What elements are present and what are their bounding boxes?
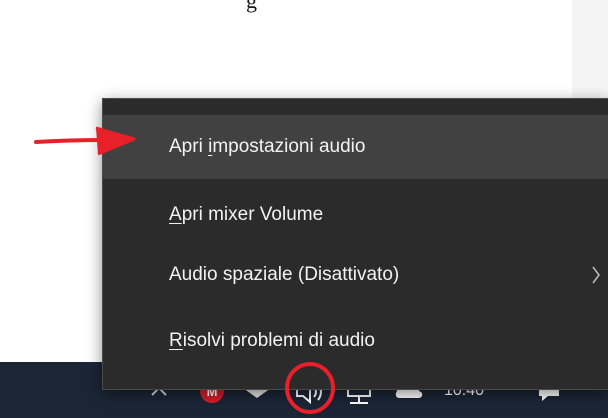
menu-item-label: Risolvi problemi di audio bbox=[169, 330, 375, 351]
menu-item-spatial-audio[interactable]: Audio spaziale (Disattivato) bbox=[103, 243, 608, 307]
menu-item-label: Apri mixer Volume bbox=[169, 204, 324, 225]
menu-item-open-audio-settings[interactable]: Apri impostazioni audio bbox=[103, 115, 608, 179]
menu-item-open-volume-mixer[interactable]: Apri mixer Volume bbox=[103, 183, 608, 247]
menu-item-troubleshoot-audio[interactable]: Risolvi problemi di audio bbox=[103, 309, 608, 373]
menu-item-label: Audio spaziale (Disattivato) bbox=[169, 264, 400, 285]
audio-context-menu: Apri impostazioni audio Apri mixer Volum… bbox=[102, 98, 608, 390]
cropped-heading-fragment: g bbox=[246, 0, 257, 13]
chevron-right-icon bbox=[592, 266, 600, 284]
red-arrow-annotation bbox=[34, 126, 136, 156]
menu-item-label: Apri impostazioni audio bbox=[169, 136, 366, 157]
red-circle-annotation bbox=[285, 362, 335, 414]
